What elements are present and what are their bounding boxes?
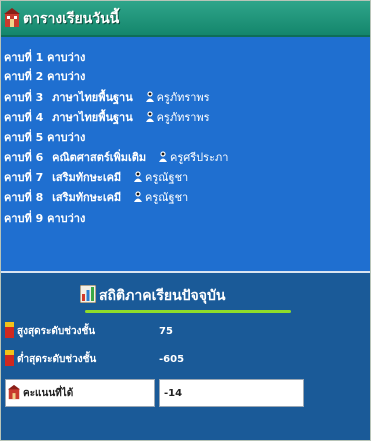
period-item: คาบที่ 1 คาบว่าง [4, 49, 85, 67]
period-item: คาบที่ 8 เสริมทักษะเคมี ครูณัฐชา [4, 189, 188, 207]
teacher-name: ครูณัฐชา [145, 171, 189, 184]
stat-row-max: สูงสุดระดับช่วงชั้น 75 [5, 318, 304, 346]
teacher-icon [134, 191, 143, 202]
period-label: คาบที่ 5 [4, 131, 44, 144]
period-label: คาบที่ 9 [4, 212, 44, 225]
period-label: คาบที่ 4 [4, 111, 44, 124]
teacher-name: ครูศรีประภา [170, 151, 229, 164]
semester-stats-section: สถิติภาคเรียนปัจจุบัน สูงสุดระดับช่วงชั้… [1, 273, 370, 440]
period-item: คาบที่ 6 คณิตศาสตร์เพิ่มเติม ครูศรีประภา [4, 149, 228, 167]
period-item: คาบที่ 5 คาบว่าง [4, 129, 85, 147]
period-label: คาบที่ 6 [4, 151, 44, 164]
stats-chart-icon [80, 285, 96, 303]
period-label: คาบที่ 8 [4, 191, 44, 204]
teacher: ครูณัฐชา [133, 191, 188, 204]
schedule-title: ตารางเรียนวันนี้ [23, 11, 120, 27]
period-subject: คณิตศาสตร์เพิ่มเติม [52, 151, 147, 164]
teacher: ครูภัทราพร [145, 111, 210, 124]
schedule-header: ตารางเรียนวันนี้ [1, 1, 370, 37]
period-item: คาบที่ 4 ภาษาไทยพื้นฐาน ครูภัทราพร [4, 109, 210, 127]
stat-value: -605 [159, 354, 185, 365]
period-subject: ภาษาไทยพื้นฐาน [52, 111, 133, 124]
teacher-icon [159, 151, 168, 162]
teacher-name: ครูภัทราพร [156, 91, 210, 104]
teacher: ครูภัทราพร [145, 91, 210, 104]
period-subject: เสริมทักษะเคมี [52, 191, 122, 204]
stat-label: ต่ำสุดระดับช่วงชั้น [17, 354, 97, 365]
period-subject: คาบว่าง [47, 212, 86, 225]
stat-value: -14 [159, 379, 304, 407]
bar-level-icon [5, 350, 14, 366]
stat-label-cell: ต่ำสุดระดับช่วงชั้น [5, 346, 155, 374]
today-schedule-panel: ตารางเรียนวันนี้ คาบที่ 1 คาบว่าง คาบที่… [0, 0, 371, 441]
period-item: คาบที่ 7 เสริมทักษะเคมี ครูณัฐชา [4, 169, 188, 187]
teacher: ครูณัฐชา [133, 171, 188, 184]
stat-label: สูงสุดระดับช่วงชั้น [17, 326, 96, 337]
stats-title: สถิติภาคเรียนปัจจุบัน [80, 285, 225, 309]
period-subject: คาบว่าง [47, 51, 86, 64]
teacher-icon [145, 111, 154, 122]
teacher-name: ครูณัฐชา [145, 191, 189, 204]
stat-row-min: ต่ำสุดระดับช่วงชั้น -605 [5, 346, 304, 374]
period-subject: ภาษาไทยพื้นฐาน [52, 91, 133, 104]
stat-label: คะแนนที่ได้ [23, 388, 74, 399]
stat-row-score: คะแนนที่ได้ -14 [5, 379, 304, 407]
period-label: คาบที่ 3 [4, 91, 44, 104]
teacher-icon [134, 171, 143, 182]
period-item: คาบที่ 2 คาบว่าง [4, 68, 85, 86]
period-label: คาบที่ 2 [4, 70, 44, 83]
period-item: คาบที่ 9 คาบว่าง [4, 210, 85, 228]
teacher-name: ครูภัทราพร [156, 111, 210, 124]
period-subject: คาบว่าง [47, 131, 86, 144]
stat-label-cell: คะแนนที่ได้ [5, 379, 155, 407]
stat-label-cell: สูงสุดระดับช่วงชั้น [5, 318, 155, 346]
period-subject: เสริมทักษะเคมี [52, 171, 122, 184]
bar-level-icon [5, 322, 14, 338]
stats-title-text: สถิติภาคเรียนปัจจุบัน [99, 288, 226, 304]
stat-value: 75 [159, 326, 173, 337]
school-icon [4, 8, 20, 27]
period-label: คาบที่ 7 [4, 171, 44, 184]
teacher: ครูศรีประภา [158, 151, 228, 164]
period-item: คาบที่ 3 ภาษาไทยพื้นฐาน ครูภัทราพร [4, 89, 210, 107]
teacher-icon [145, 91, 154, 102]
school-icon [8, 384, 20, 400]
period-subject: คาบว่าง [47, 70, 86, 83]
stats-title-underline [85, 310, 291, 313]
period-label: คาบที่ 1 [4, 51, 44, 64]
